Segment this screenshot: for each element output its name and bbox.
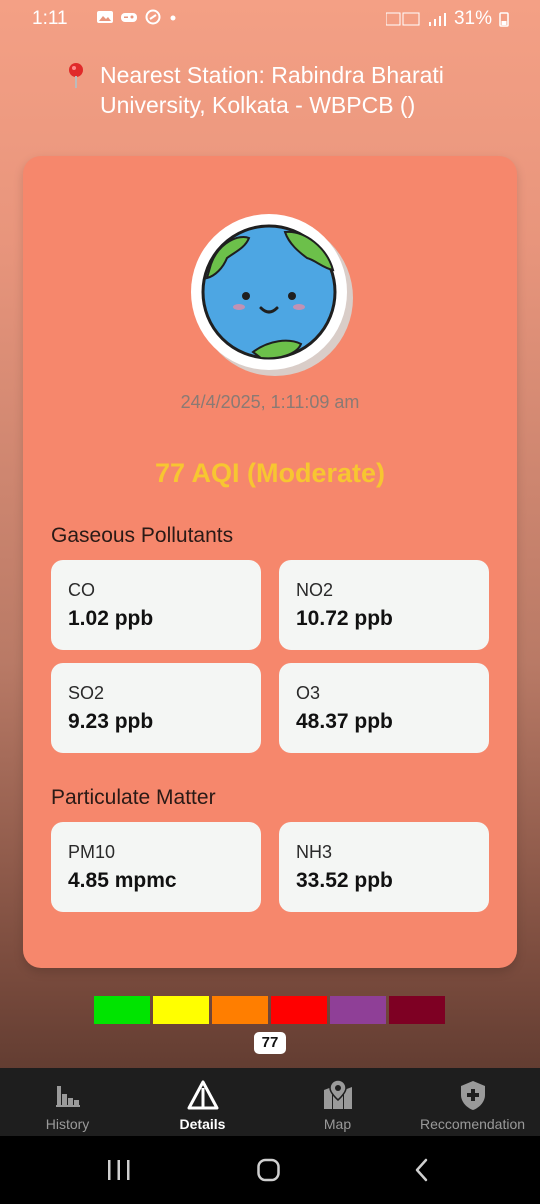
pin-icon [69, 63, 83, 88]
nav-label: History [45, 1116, 90, 1132]
pollutant-value: 1.02 ppb [68, 607, 154, 630]
bottom-nav: History Details Map Reccomendation [0, 1068, 540, 1136]
aqi-card: 24/4/2025, 1:11:09 am 77 AQI (Moderate) … [23, 156, 517, 968]
pollutant-name: O3 [296, 683, 321, 703]
scale-segment-good [94, 996, 150, 1024]
bar-chart-icon [55, 1086, 80, 1107]
particulate-section-title: Particulate Matter [51, 786, 216, 809]
nav-item-recommendation[interactable]: Reccomendation [405, 1068, 540, 1136]
pollutant-value: 10.72 ppb [296, 607, 393, 630]
nav-item-history[interactable]: History [0, 1068, 135, 1136]
pollutant-name: NO2 [296, 580, 334, 600]
signal-bars-icon [428, 13, 446, 26]
nav-item-map[interactable]: Map [270, 1068, 405, 1136]
pollutant-value: 33.52 ppb [296, 869, 393, 892]
status-right: 31% [385, 8, 510, 30]
pollutant-value: 48.37 ppb [296, 710, 393, 733]
pollutant-name: PM10 [68, 842, 116, 862]
scale-segment-very-unhealthy [330, 996, 386, 1024]
scale-segment-unhealthy [271, 996, 327, 1024]
station-header: Nearest Station: Rabindra Bharati Univer… [64, 60, 504, 120]
pollutant-name: NH3 [296, 842, 333, 862]
recent-apps-icon[interactable] [106, 1158, 132, 1182]
dot-icon [170, 15, 176, 21]
pollutant-card-no2: NO2 10.72 ppb [279, 560, 489, 650]
scale-segment-moderate [153, 996, 209, 1024]
scale-segment-sensitive [212, 996, 268, 1024]
game-controller-icon [121, 13, 137, 22]
station-name: Nearest Station: Rabindra Bharati Univer… [100, 62, 444, 118]
pollutant-name: CO [68, 580, 95, 600]
map-pin-icon [323, 1079, 352, 1109]
pollutant-value: 4.85 mpmc [68, 869, 177, 892]
pollutant-card-o3: O3 48.37 ppb [279, 663, 489, 753]
timestamp: 24/4/2025, 1:11:09 am [180, 392, 360, 412]
pollutant-card-pm10: PM10 4.85 mpmc [51, 822, 261, 912]
nav-label: Reccomendation [419, 1116, 526, 1132]
status-bar: 1:11 31% [0, 0, 540, 36]
aqi-color-scale [94, 996, 445, 1024]
gallery-icon [97, 11, 113, 23]
earth-icon [189, 212, 355, 378]
pollutant-card-co: CO 1.02 ppb [51, 560, 261, 650]
pollutant-name: SO2 [68, 683, 105, 703]
sync-icon [145, 9, 161, 25]
warning-triangle-icon [187, 1080, 218, 1110]
gaseous-section-title: Gaseous Pollutants [51, 524, 234, 547]
scale-segment-hazardous [389, 996, 445, 1024]
aqi-value: 77 AQI (Moderate) [154, 458, 386, 488]
status-time: 1:11 [32, 8, 68, 29]
scale-value-badge: 77 [254, 1032, 286, 1054]
pollutant-value: 9.23 ppb [68, 710, 154, 733]
home-icon[interactable] [256, 1158, 282, 1182]
battery-percent: 31% [453, 8, 492, 29]
shield-plus-icon [460, 1081, 485, 1110]
battery-icon [499, 12, 509, 27]
notification-icons [96, 9, 178, 25]
pollutant-card-so2: SO2 9.23 ppb [51, 663, 261, 753]
lte-signal-icon [385, 12, 420, 26]
nav-item-details[interactable]: Details [135, 1068, 270, 1136]
back-icon[interactable] [410, 1158, 436, 1182]
nav-label: Details [179, 1116, 226, 1132]
pollutant-card-nh3: NH3 33.52 ppb [279, 822, 489, 912]
nav-label: Map [323, 1116, 352, 1132]
system-nav-bar [0, 1136, 540, 1204]
